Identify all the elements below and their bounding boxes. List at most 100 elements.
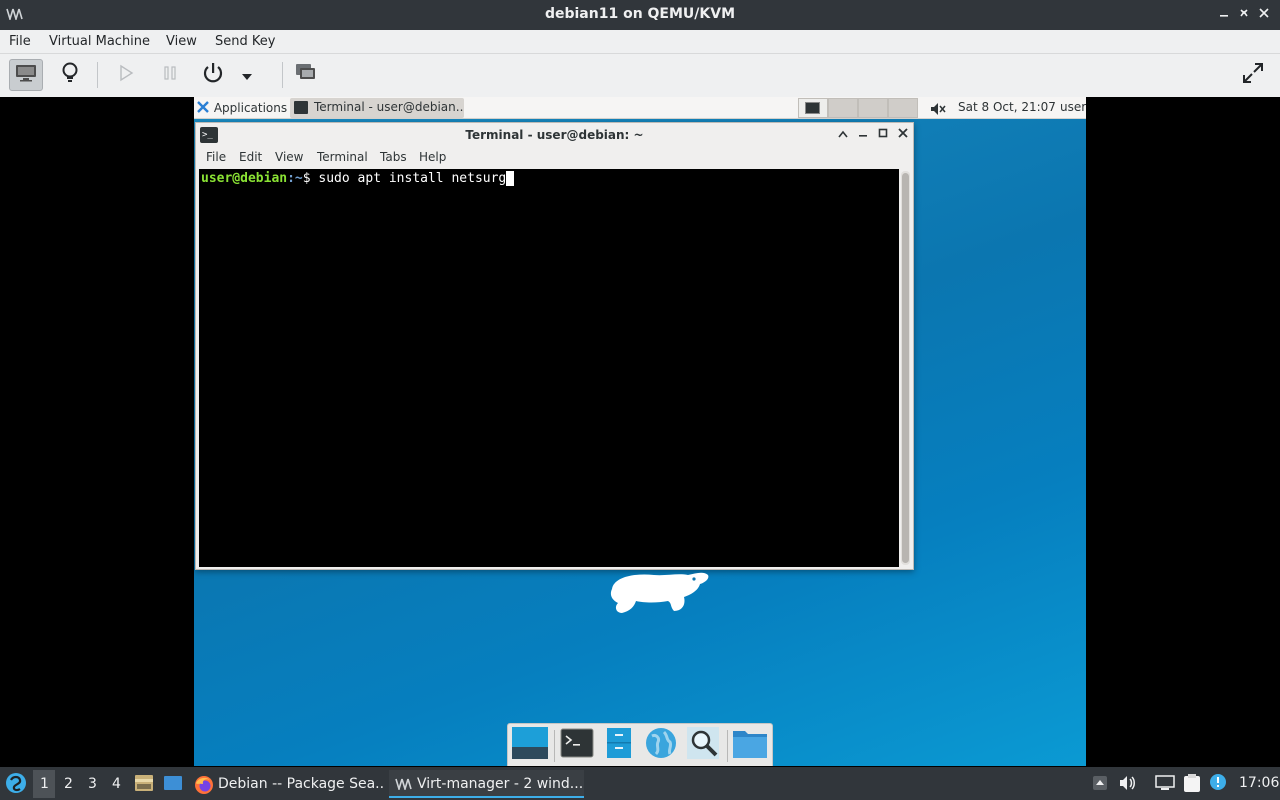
restore-icon[interactable]	[1237, 7, 1251, 21]
shutdown-menu-button[interactable]	[235, 59, 259, 91]
run-button[interactable]	[109, 59, 143, 91]
guest-task-label: Terminal - user@debian...	[314, 100, 464, 114]
terminal-menu-tabs[interactable]: Tabs	[380, 150, 407, 164]
terminal-menubar: File Edit View Terminal Tabs Help	[196, 147, 913, 167]
pause-button[interactable]	[153, 59, 187, 91]
details-view-button[interactable]	[53, 59, 87, 91]
text-cursor	[506, 171, 515, 186]
menu-virtual-machine[interactable]: Virtual Machine	[49, 34, 150, 49]
volume-icon[interactable]	[1119, 775, 1137, 795]
terminal-menu-view[interactable]: View	[275, 150, 303, 164]
dock-web-browser[interactable]	[642, 727, 680, 763]
virt-manager-icon	[395, 778, 415, 794]
clipboard-icon[interactable]	[1183, 773, 1201, 797]
dock-separator	[554, 730, 555, 762]
magnifier-icon	[686, 726, 720, 764]
show-desktop-icon[interactable]	[163, 774, 183, 796]
network-icon[interactable]	[1155, 775, 1175, 795]
terminal-menu-help[interactable]: Help	[419, 150, 446, 164]
guest-task-terminal[interactable]: Terminal - user@debian...	[290, 98, 464, 118]
start-menu-icon[interactable]	[5, 772, 27, 798]
workspace-1[interactable]: 1	[40, 776, 49, 792]
close-icon[interactable]	[1257, 7, 1271, 21]
xfce-icon	[196, 100, 210, 117]
applications-menu[interactable]: Applications	[196, 100, 287, 117]
dock-show-desktop[interactable]	[509, 727, 551, 763]
workspace-4[interactable]: 4	[112, 776, 121, 792]
terminal-command: sudo apt install netsurg	[318, 171, 507, 186]
xfce-mouse-logo	[604, 567, 714, 625]
taskbar-task-label: Debian -- Package Sea...	[218, 776, 385, 792]
terminal-scrollbar[interactable]	[901, 171, 910, 565]
guest-clock[interactable]: Sat 8 Oct, 21:07	[958, 100, 1056, 114]
dock-app-finder[interactable]	[684, 727, 722, 763]
host-clock[interactable]: 17:06	[1239, 775, 1279, 791]
dock-folder[interactable]	[731, 727, 769, 763]
menu-view[interactable]: View	[166, 34, 197, 49]
prompt-symbol: $	[302, 171, 319, 186]
host-toolbar	[0, 54, 1280, 97]
pause-icon	[162, 65, 178, 85]
workspace-3[interactable]: 3	[88, 776, 97, 792]
snapshots-button[interactable]	[289, 59, 323, 91]
dock-separator	[727, 730, 728, 762]
maximize-icon[interactable]	[876, 127, 890, 141]
dock-terminal[interactable]	[558, 727, 596, 763]
fullscreen-icon	[1242, 62, 1264, 88]
minimize-icon[interactable]	[856, 127, 870, 141]
roll-up-icon[interactable]	[836, 127, 850, 141]
console-view-button[interactable]	[9, 59, 43, 91]
guest-dock	[507, 723, 773, 766]
terminal-menu-file[interactable]: File	[206, 150, 226, 164]
chevron-down-icon	[241, 66, 253, 85]
monitor-icon	[15, 64, 37, 86]
guest-user[interactable]: user	[1060, 100, 1086, 114]
scrollbar-thumb[interactable]	[902, 173, 909, 563]
taskbar-task-virt-manager[interactable]: Virt-manager - 2 wind...	[389, 770, 584, 798]
terminal-icon	[294, 101, 308, 114]
taskbar-task-label: Virt-manager - 2 wind...	[417, 776, 584, 792]
taskbar-task-firefox[interactable]: Debian -- Package Sea...	[190, 770, 385, 798]
guest-workspace-4[interactable]	[888, 98, 918, 118]
file-cabinet-icon	[606, 727, 632, 763]
guest-workspace-2[interactable]	[828, 98, 858, 118]
terminal-title: Terminal - user@debian: ~	[465, 128, 644, 142]
power-icon	[202, 62, 224, 88]
guest-workspace-3[interactable]	[858, 98, 888, 118]
prompt-user: user@debian	[201, 171, 288, 186]
terminal-screen[interactable]: user@debian:~$ sudo apt install netsurg	[199, 169, 899, 567]
toolbar-separator	[97, 62, 98, 88]
workspace-2[interactable]: 2	[64, 776, 73, 792]
toolbar-separator	[282, 62, 283, 88]
desktop-icon	[511, 726, 549, 764]
applications-label: Applications	[213, 101, 288, 115]
terminal-menu-edit[interactable]: Edit	[239, 150, 262, 164]
guest-panel: Applications Terminal - user@debian... S…	[194, 97, 1086, 119]
terminal-menu-terminal[interactable]: Terminal	[317, 150, 368, 164]
minimize-icon[interactable]	[1217, 7, 1231, 21]
close-icon[interactable]	[896, 127, 910, 141]
window-title: debian11 on QEMU/KVM	[544, 6, 736, 22]
guest-workspace-1[interactable]	[798, 98, 828, 118]
terminal-titlebar[interactable]: >_ Terminal - user@debian: ~	[196, 123, 913, 147]
host-titlebar: debian11 on QEMU/KVM	[0, 0, 1280, 30]
play-icon	[118, 64, 134, 86]
terminal-icon	[805, 102, 820, 114]
prompt-path: :~	[287, 171, 303, 186]
dock-file-manager[interactable]	[600, 727, 638, 763]
menu-file[interactable]: File	[9, 34, 31, 49]
notifications-icon[interactable]	[1209, 773, 1227, 795]
tray-expand-icon[interactable]	[1092, 775, 1108, 795]
menu-send-key[interactable]: Send Key	[215, 34, 275, 49]
terminal-icon	[560, 728, 594, 762]
shutdown-button[interactable]	[196, 59, 230, 91]
host-menubar: File Virtual Machine View Send Key	[0, 30, 1280, 54]
terminal-window: >_ Terminal - user@debian: ~ File Edit V…	[195, 122, 914, 570]
volume-muted-icon[interactable]	[930, 101, 946, 120]
globe-icon	[644, 726, 678, 764]
host-taskbar: 1 2 3 4 Debian -- Package Sea... Virt-ma…	[0, 767, 1280, 800]
fullscreen-button[interactable]	[1236, 59, 1270, 91]
guest-display[interactable]: Applications Terminal - user@debian... S…	[194, 97, 1086, 766]
snapshot-icon	[295, 63, 317, 87]
file-manager-icon[interactable]	[134, 774, 154, 796]
